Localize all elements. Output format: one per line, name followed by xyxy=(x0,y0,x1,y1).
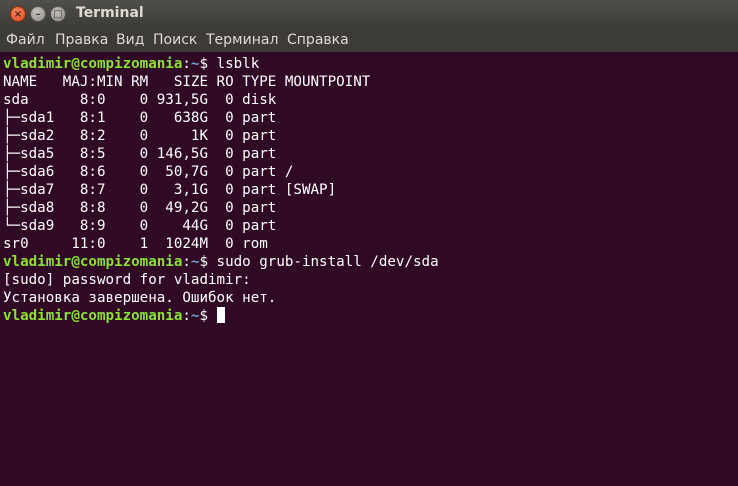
menu-help[interactable]: Справка xyxy=(287,32,349,48)
lsblk-row: └─sda9 8:9 0 44G 0 part xyxy=(3,218,277,234)
title-bar[interactable]: × – □ Terminal xyxy=(0,0,738,29)
menu-bar: Файл Правка Вид Поиск Терминал Справка xyxy=(0,28,738,52)
close-button[interactable]: × xyxy=(10,6,26,22)
lsblk-row: sda 8:0 0 931,5G 0 disk xyxy=(3,92,277,108)
lsblk-row: ├─sda6 8:6 0 50,7G 0 part / xyxy=(3,164,294,180)
terminal-window: × – □ Terminal Файл Правка Вид Поиск Тер… xyxy=(0,0,738,486)
prompt-line: vladimir@compizomania:~$ lsblk xyxy=(3,55,439,73)
lsblk-row: ├─sda8 8:8 0 49,2G 0 part xyxy=(3,200,277,216)
prompt-user-host: vladimir@compizomania xyxy=(3,308,183,324)
lsblk-row: ├─sda1 8:1 0 638G 0 part xyxy=(3,110,277,126)
prompt-symbol: $ xyxy=(199,56,209,72)
close-icon: × xyxy=(13,9,23,20)
maximize-icon: □ xyxy=(53,9,63,20)
command-text: sudo grub-install /dev/sda xyxy=(208,254,439,270)
lsblk-row: ├─sda5 8:5 0 146,5G 0 part xyxy=(3,146,277,162)
menu-edit[interactable]: Правка xyxy=(55,32,108,48)
install-result: Установка завершена. Ошибок нет. xyxy=(3,290,277,306)
lsblk-row: sr0 11:0 1 1024M 0 rom xyxy=(3,236,268,252)
maximize-button[interactable]: □ xyxy=(50,6,66,22)
command-text xyxy=(208,308,217,324)
menu-terminal[interactable]: Терминал xyxy=(206,32,278,48)
lsblk-header: NAME MAJ:MIN RM SIZE RO TYPE MOUNTPOINT xyxy=(3,74,371,90)
sudo-password-prompt: [sudo] password for vladimir: xyxy=(3,272,251,288)
prompt-user-host: vladimir@compizomania xyxy=(3,56,183,72)
prompt-separator: : xyxy=(182,308,191,324)
prompt-user-host: vladimir@compizomania xyxy=(3,254,183,270)
minimize-button[interactable]: – xyxy=(30,6,46,22)
prompt-separator: : xyxy=(182,254,191,270)
lsblk-row: ├─sda7 8:7 0 3,1G 0 part [SWAP] xyxy=(3,182,337,198)
command-text: lsblk xyxy=(208,56,260,72)
prompt-symbol: $ xyxy=(199,308,209,324)
menu-view[interactable]: Вид xyxy=(116,32,144,48)
text-cursor xyxy=(216,307,225,323)
prompt-line: vladimir@compizomania:~$ xyxy=(3,307,439,325)
prompt-symbol: $ xyxy=(199,254,209,270)
window-title: Terminal xyxy=(76,5,144,21)
prompt-line: vladimir@compizomania:~$ sudo grub-insta… xyxy=(3,253,439,271)
terminal-output-area[interactable]: vladimir@compizomania:~$ lsblk NAME MAJ:… xyxy=(0,52,738,486)
menu-file[interactable]: Файл xyxy=(6,32,45,48)
menu-search[interactable]: Поиск xyxy=(153,32,197,48)
lsblk-row: ├─sda2 8:2 0 1K 0 part xyxy=(3,128,277,144)
minimize-icon: – xyxy=(35,9,41,20)
prompt-separator: : xyxy=(182,56,191,72)
